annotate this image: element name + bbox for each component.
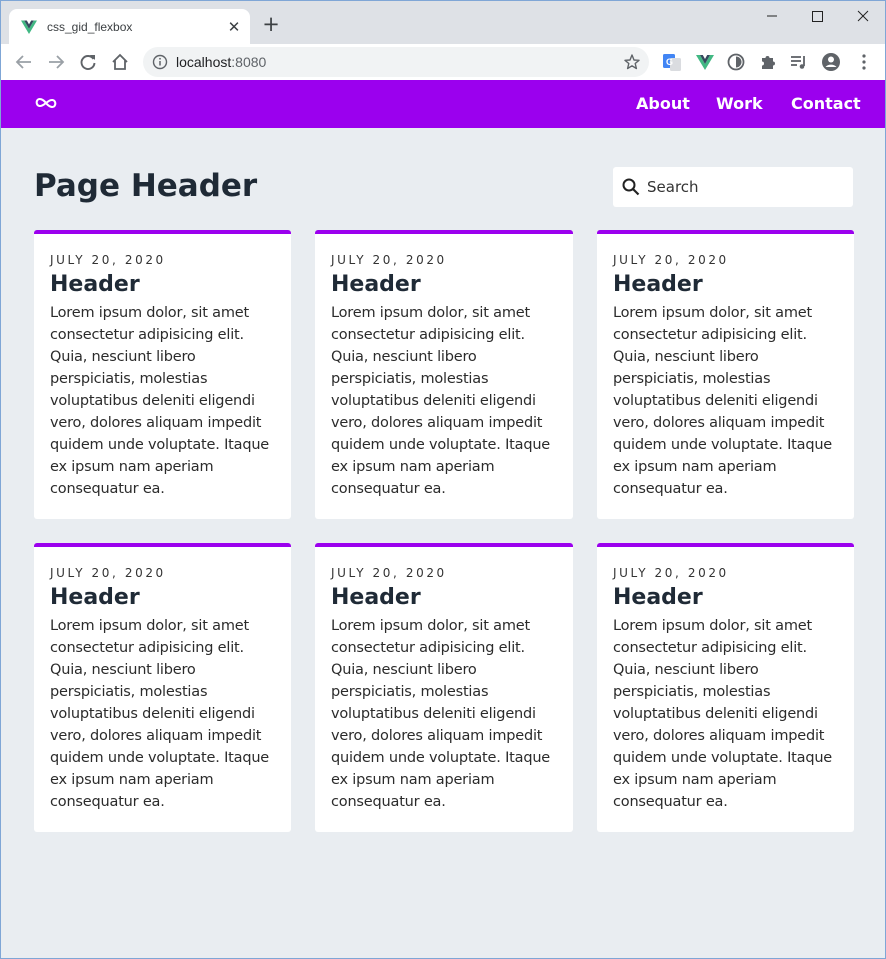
page-viewport: About Work Contact Page Header JULY 20, … xyxy=(0,80,886,959)
card: JULY 20, 2020 Header Lorem ipsum dolor, … xyxy=(315,230,573,519)
card-date: JULY 20, 2020 xyxy=(613,566,729,580)
window-close-icon[interactable] xyxy=(841,1,886,33)
reload-icon[interactable] xyxy=(77,51,99,73)
home-icon[interactable] xyxy=(109,51,131,73)
card-header: Header xyxy=(613,272,703,297)
nav-link-about[interactable]: About xyxy=(636,94,690,113)
svg-text:G: G xyxy=(666,57,673,67)
card-body: Lorem ipsum dolor, sit amet consectetur … xyxy=(613,618,833,810)
forward-arrow-icon[interactable] xyxy=(45,51,67,73)
url-port: :8080 xyxy=(231,54,267,70)
url-text[interactable]: localhost:8080 xyxy=(176,54,266,70)
card-body: Lorem ipsum dolor, sit amet consectetur … xyxy=(331,305,551,497)
card-header: Header xyxy=(331,585,421,610)
browser-title-bar: css_gid_flexbox ✕ + xyxy=(0,0,886,45)
browser-tab[interactable]: css_gid_flexbox ✕ xyxy=(9,9,250,45)
media-queue-icon[interactable] xyxy=(788,51,810,73)
search-input[interactable] xyxy=(647,176,843,198)
card-grid: JULY 20, 2020 Header Lorem ipsum dolor, … xyxy=(34,230,854,832)
maximize-icon[interactable] xyxy=(795,1,841,33)
card-date: JULY 20, 2020 xyxy=(613,253,729,267)
search-icon xyxy=(622,178,640,196)
browser-toolbar: localhost:8080 G xyxy=(0,44,886,80)
address-bar[interactable]: localhost:8080 xyxy=(143,47,649,77)
card-date: JULY 20, 2020 xyxy=(331,253,447,267)
infinity-icon[interactable] xyxy=(33,93,59,113)
card: JULY 20, 2020 Header Lorem ipsum dolor, … xyxy=(597,543,854,832)
profile-avatar-icon[interactable] xyxy=(820,51,842,73)
back-arrow-icon[interactable] xyxy=(13,51,35,73)
google-translate-icon[interactable]: G xyxy=(661,51,683,73)
card-header: Header xyxy=(50,272,140,297)
card: JULY 20, 2020 Header Lorem ipsum dolor, … xyxy=(34,543,291,832)
tab-close-icon[interactable]: ✕ xyxy=(225,18,243,36)
card-date: JULY 20, 2020 xyxy=(331,566,447,580)
card-date: JULY 20, 2020 xyxy=(50,566,166,580)
nav-link-contact[interactable]: Contact xyxy=(791,94,861,113)
card-header: Header xyxy=(613,585,703,610)
extensions-puzzle-icon[interactable] xyxy=(757,51,779,73)
new-tab-button[interactable]: + xyxy=(261,14,281,35)
bookmark-star-icon[interactable] xyxy=(623,53,641,71)
dark-mode-extension-icon[interactable] xyxy=(725,51,747,73)
card-body: Lorem ipsum dolor, sit amet consectetur … xyxy=(331,618,551,810)
card-body: Lorem ipsum dolor, sit amet consectetur … xyxy=(50,618,270,810)
tab-title: css_gid_flexbox xyxy=(47,20,133,34)
info-icon[interactable] xyxy=(152,54,168,70)
nav-link-work[interactable]: Work xyxy=(716,94,763,113)
vue-logo-icon xyxy=(21,20,37,34)
minimize-icon[interactable] xyxy=(749,1,795,33)
card: JULY 20, 2020 Header Lorem ipsum dolor, … xyxy=(34,230,291,519)
vue-devtools-icon[interactable] xyxy=(694,51,716,73)
card: JULY 20, 2020 Header Lorem ipsum dolor, … xyxy=(597,230,854,519)
more-menu-icon[interactable] xyxy=(853,51,875,73)
page-title: Page Header xyxy=(34,168,258,204)
search-box[interactable] xyxy=(613,167,853,207)
card-body: Lorem ipsum dolor, sit amet consectetur … xyxy=(50,305,270,497)
card-header: Header xyxy=(50,585,140,610)
card: JULY 20, 2020 Header Lorem ipsum dolor, … xyxy=(315,543,573,832)
card-date: JULY 20, 2020 xyxy=(50,253,166,267)
url-host: localhost xyxy=(176,54,232,70)
top-navbar: About Work Contact xyxy=(1,80,885,128)
card-header: Header xyxy=(331,272,421,297)
card-body: Lorem ipsum dolor, sit amet consectetur … xyxy=(613,305,833,497)
